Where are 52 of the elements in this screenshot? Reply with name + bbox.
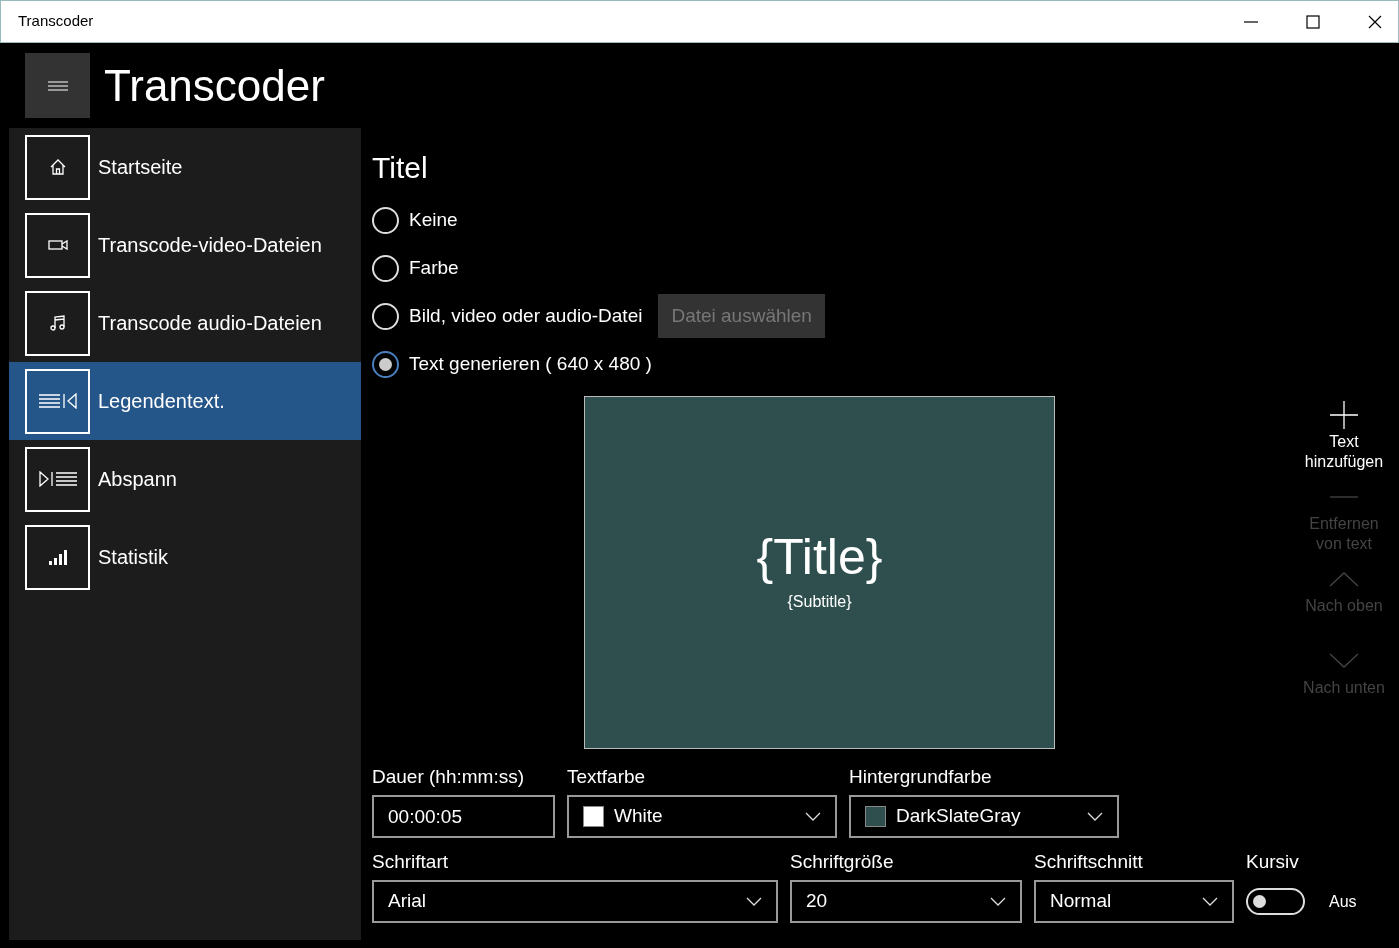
radio-label: Text generieren ( 640 x 480 ) [409, 351, 652, 376]
dropdown[interactable]: 20 [790, 880, 1022, 923]
dropdown[interactable]: Normal [1034, 880, 1234, 923]
video-camera-icon [47, 239, 68, 251]
minimize-icon [1244, 20, 1258, 23]
field-label: Schriftgröße [790, 850, 895, 874]
nav-item[interactable]: Legendentext. [9, 362, 361, 440]
radio-label: Keine [409, 207, 458, 232]
plus-icon [1329, 400, 1359, 430]
dropdown[interactable]: White [567, 795, 837, 838]
nav-item[interactable]: Startseite [9, 128, 361, 206]
maximize-icon [1306, 14, 1320, 29]
section-title: Titel [372, 150, 429, 186]
chevron-down-icon [805, 812, 821, 821]
field-label: Schriftschnitt [1034, 850, 1144, 874]
chevron-down-icon [1087, 812, 1103, 821]
text-field[interactable]: 00:00:05 [372, 795, 555, 838]
toggle-switch[interactable] [1246, 888, 1305, 915]
dropdown[interactable]: DarkSlateGray [849, 795, 1119, 838]
chevron-down-icon [746, 897, 762, 906]
triangle-lines-icon [37, 471, 78, 487]
preview-title: {Title} [756, 531, 883, 582]
radio-label: Farbe [409, 255, 459, 280]
minus-icon [1329, 495, 1359, 499]
music-notes-icon [48, 314, 67, 332]
close-icon [1368, 14, 1382, 29]
menu-icon [47, 80, 68, 91]
signal-bars-icon [47, 549, 68, 565]
nav-item[interactable]: Statistik [9, 518, 361, 596]
chevron-down-icon [990, 897, 1006, 906]
dropdown[interactable]: Arial [372, 880, 778, 923]
app-title: Transcoder [104, 59, 325, 112]
lines-triangle-icon [37, 393, 78, 409]
field-label: Schriftart [372, 850, 450, 874]
preview-subtitle: {Subtitle} [787, 591, 852, 612]
window-title: Transcoder [17, 11, 95, 32]
radio-label: Bild, video oder audio-Datei [409, 303, 643, 328]
nav-item[interactable]: Transcode-video-Dateien [9, 206, 361, 284]
radio-button[interactable] [372, 350, 399, 378]
chevron-down-icon [1202, 897, 1218, 906]
home-icon [48, 158, 67, 176]
nav-item[interactable]: Abspann [9, 440, 361, 518]
field-label: Hintergrundfarbe [849, 765, 993, 789]
toggle-state: Aus [1329, 891, 1357, 912]
nav-item[interactable]: Transcode audio-Dateien [9, 284, 361, 362]
field-label: Kursiv [1246, 850, 1300, 874]
menu-button[interactable] [25, 53, 90, 118]
chevron-up-icon [1329, 571, 1359, 587]
toolbar-button[interactable]: Text hinzufügen [1299, 398, 1389, 480]
field-label: Dauer (hh:mm:ss) [372, 765, 526, 789]
chevron-down-icon [1329, 653, 1359, 669]
field-label: Textfarbe [567, 765, 647, 789]
